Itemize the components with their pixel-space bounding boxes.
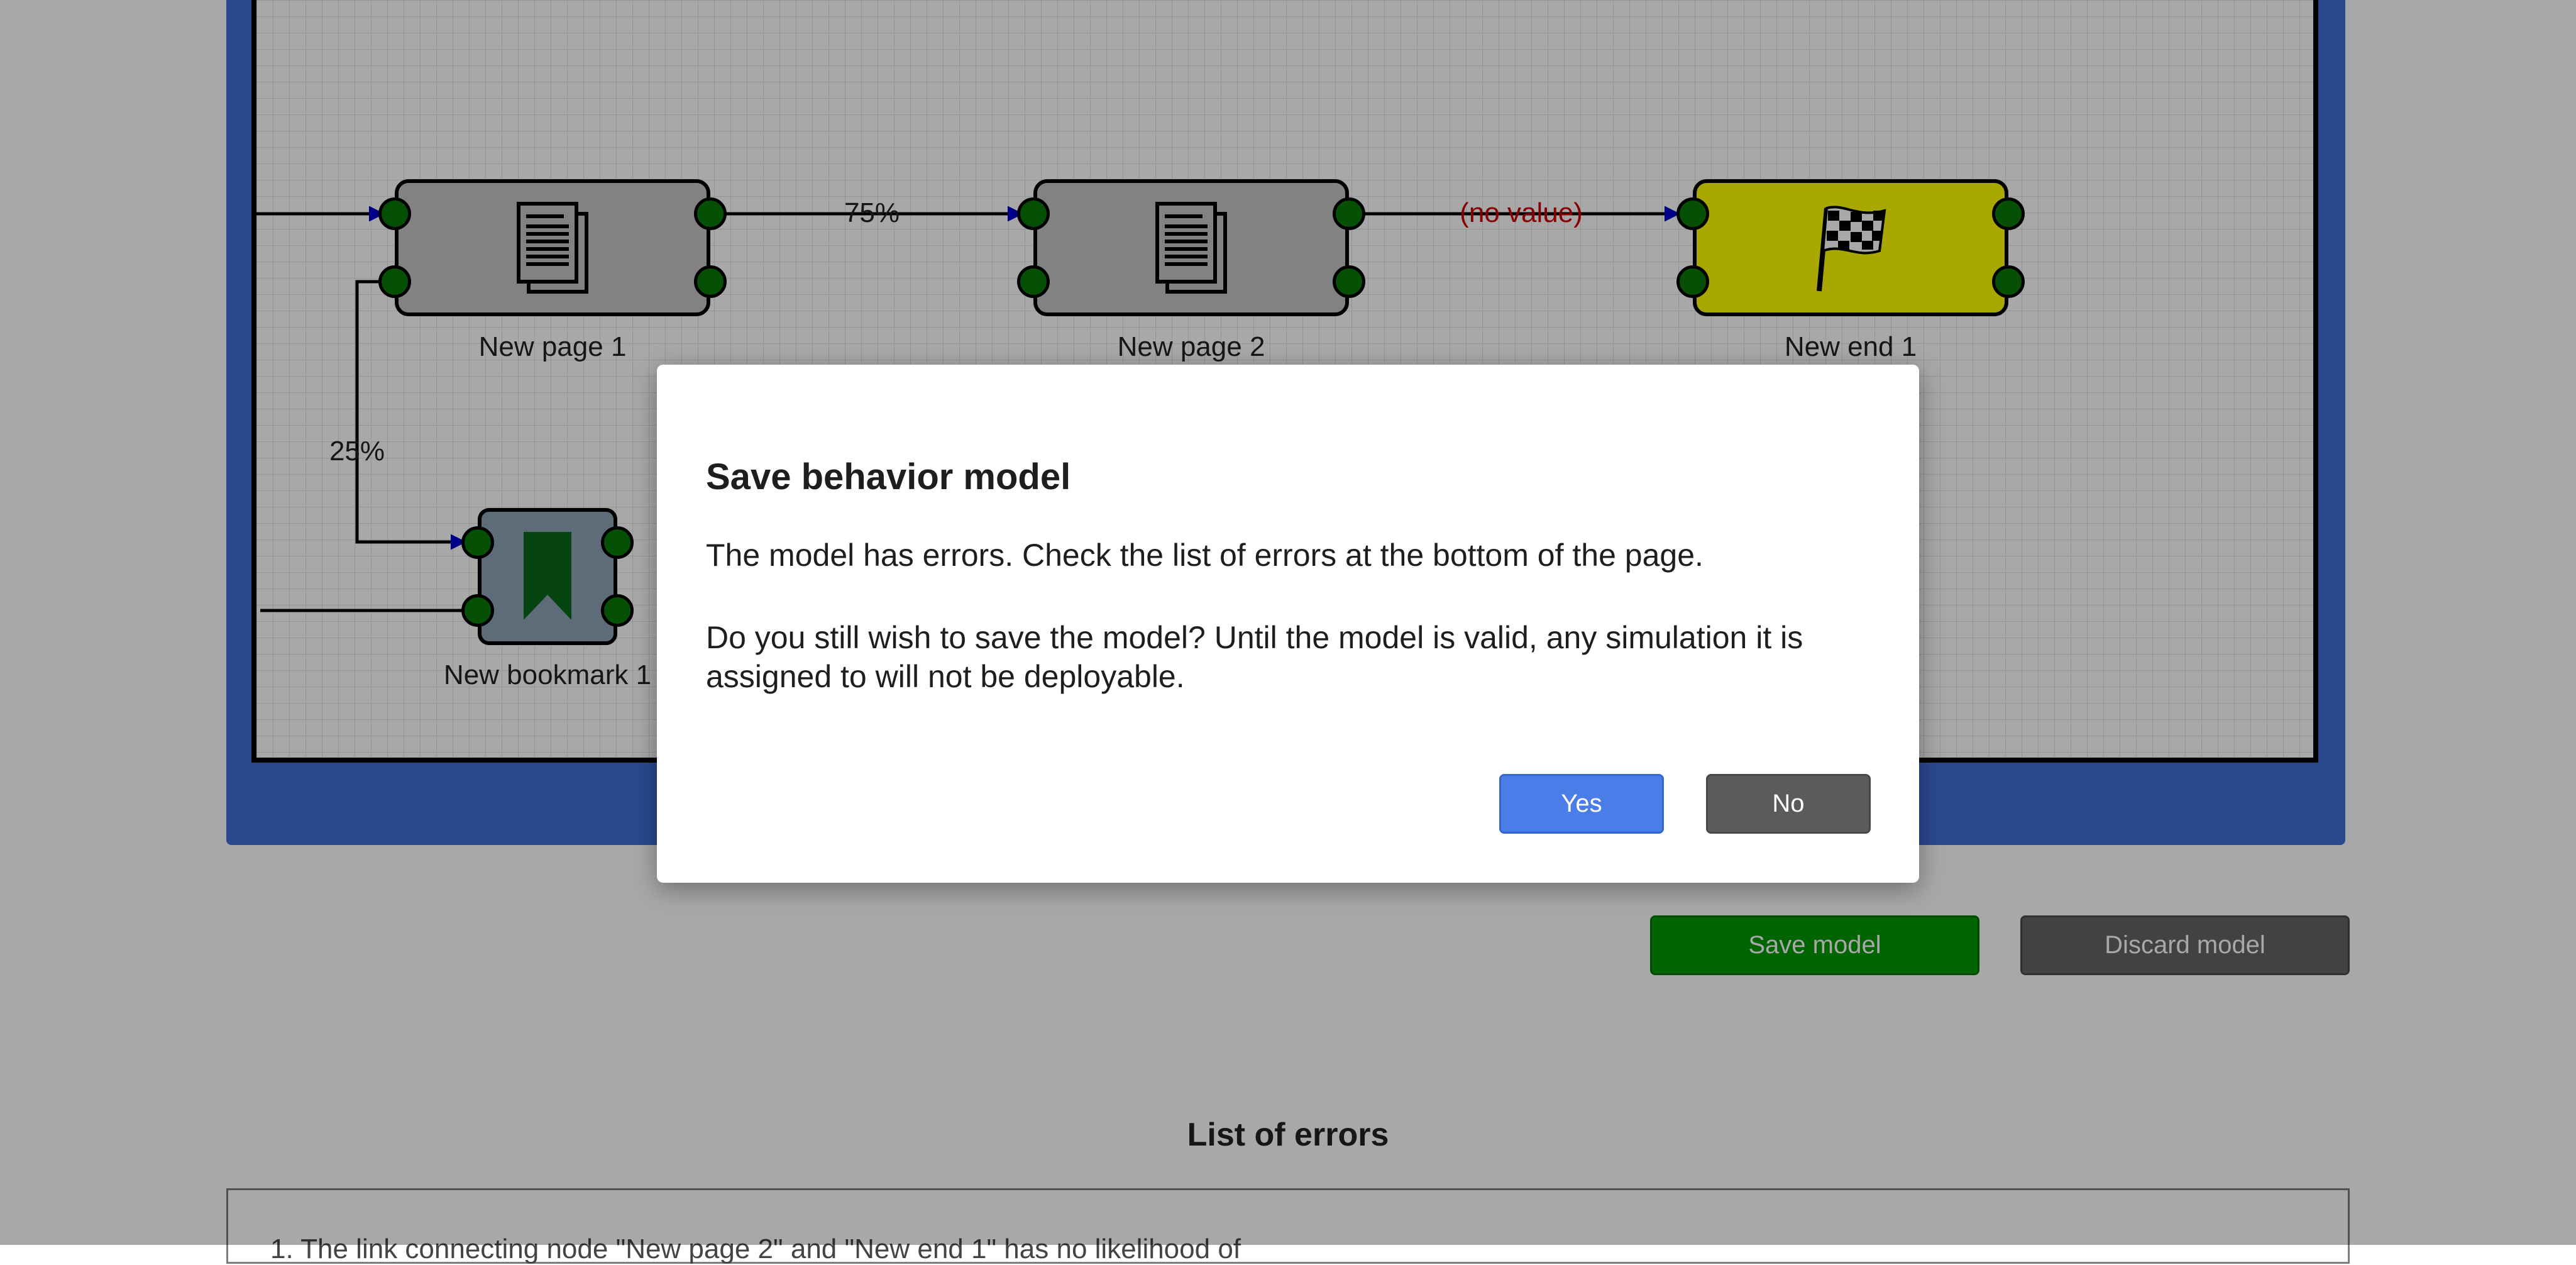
yes-button[interactable]: Yes <box>1499 774 1664 834</box>
dialog-title: Save behavior model <box>706 456 1071 497</box>
dialog-message: The model has errors. Check the list of … <box>706 538 1704 573</box>
dialog-message: Do you still wish to save the model? Unt… <box>706 620 1803 694</box>
no-button[interactable]: No <box>1706 774 1871 834</box>
